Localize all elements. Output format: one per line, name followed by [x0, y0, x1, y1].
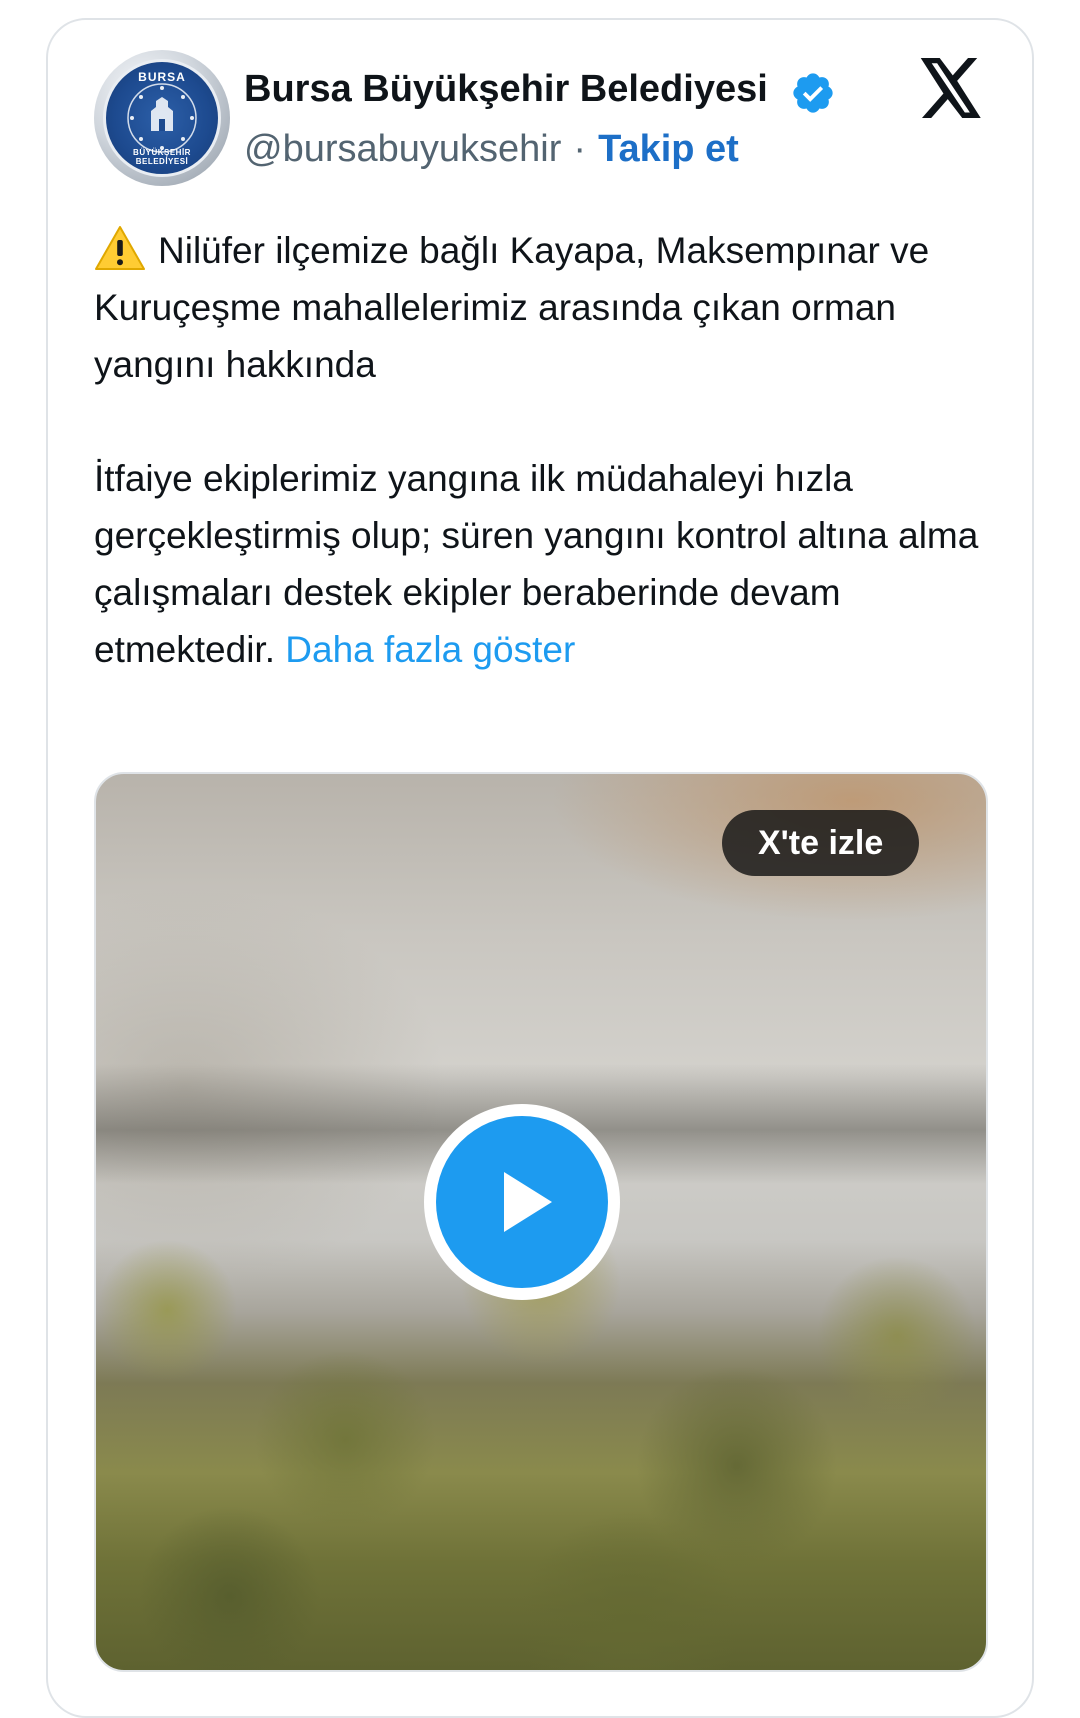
tweet-text: Nilüfer ilçemize bağlı Kayapa, Maksempın… [94, 222, 994, 678]
author-name[interactable]: Bursa Büyükşehir Belediyesi [244, 68, 768, 111]
tweet-paragraph-1-text: Nilüfer ilçemize bağlı Kayapa, Maksempın… [94, 230, 930, 385]
verified-badge-icon [793, 73, 833, 113]
show-more-link[interactable]: Daha fazla göster [285, 629, 575, 670]
avatar-emblem: BURSA BÜYÜKŞEHİR BELEDİYESİ [103, 59, 221, 177]
play-button[interactable] [424, 1104, 620, 1300]
tweet-paragraph-1: Nilüfer ilçemize bağlı Kayapa, Maksempın… [94, 222, 994, 393]
watch-on-x-button[interactable]: X'te izle [722, 810, 920, 876]
follow-button[interactable]: Takip et [598, 128, 739, 170]
x-logo-icon[interactable] [918, 58, 984, 118]
tweet-paragraph-2: İtfaiye ekiplerimiz yangına ilk müdahale… [94, 450, 994, 678]
avatar[interactable]: BURSA BÜYÜKŞEHİR BELEDİYESİ [94, 50, 230, 186]
play-icon [504, 1172, 552, 1232]
play-button-circle [436, 1116, 608, 1288]
author-handle[interactable]: @bursabuyuksehir [244, 128, 561, 170]
handle-row: @bursabuyuksehir · Takip et [244, 128, 739, 171]
separator-dot: · [573, 128, 587, 170]
avatar-text-bottom: BÜYÜKŞEHİR BELEDİYESİ [133, 148, 191, 166]
warning-icon [95, 226, 145, 270]
video-thumbnail[interactable]: X'te izle [94, 772, 988, 1672]
